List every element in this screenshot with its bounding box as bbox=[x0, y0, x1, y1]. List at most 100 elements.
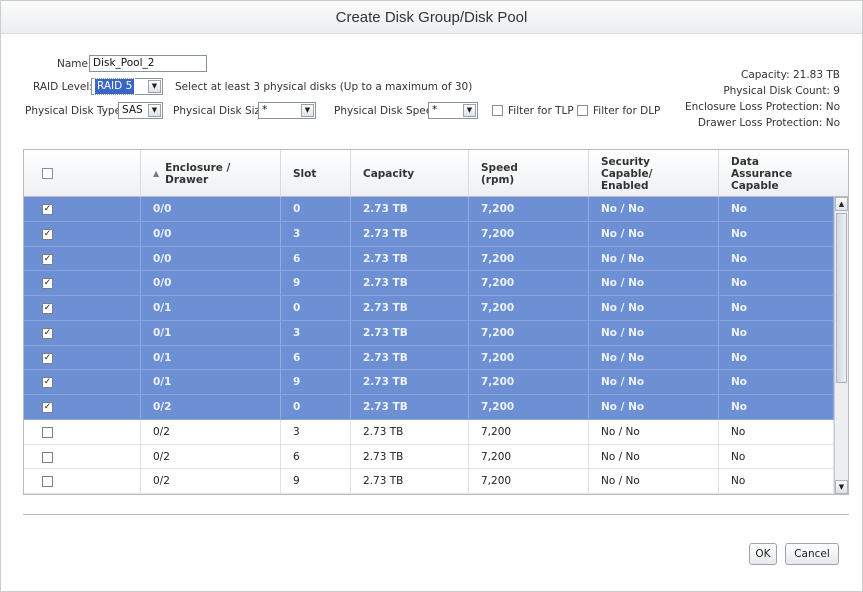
cell-speed: 7,200 bbox=[469, 320, 589, 345]
cell-security: No / No bbox=[589, 197, 719, 221]
cell-speed: 7,200 bbox=[469, 345, 589, 370]
row-checkbox[interactable]: ✓ bbox=[42, 402, 53, 413]
row-checkbox[interactable]: ✓ bbox=[42, 278, 53, 290]
cell-security: No / No bbox=[589, 370, 719, 394]
table-row[interactable]: ✓ 0/0 3 2.73 TB 7,200 No / No No bbox=[24, 221, 834, 247]
cell-enclosure: 0/1 bbox=[141, 320, 281, 345]
header-enclosure[interactable]: ▲ Enclosure / Drawer bbox=[141, 150, 281, 197]
cell-speed: 7,200 bbox=[469, 296, 589, 320]
cell-capacity: 2.73 TB bbox=[351, 345, 469, 370]
cell-enclosure: 0/0 bbox=[141, 221, 281, 246]
ok-button[interactable]: OK bbox=[749, 543, 777, 565]
row-checkbox[interactable]: ✓ bbox=[42, 303, 53, 314]
table-row[interactable]: ✓ 0/2 0 2.73 TB 7,200 No / No No bbox=[24, 395, 834, 420]
cell-security: No / No bbox=[589, 395, 719, 419]
disk-type-select[interactable]: SAS ▼ bbox=[118, 102, 163, 119]
header-data-assurance[interactable]: Data Assurance Capable bbox=[719, 150, 848, 197]
header-capacity[interactable]: Capacity bbox=[351, 150, 469, 197]
row-checkbox[interactable]: ✓ bbox=[42, 352, 53, 364]
row-checkbox[interactable] bbox=[42, 476, 53, 488]
cancel-button[interactable]: Cancel bbox=[785, 543, 839, 565]
table-row[interactable]: ✓ 0/1 6 2.73 TB 7,200 No / No No bbox=[24, 345, 834, 371]
row-checkbox[interactable]: ✓ bbox=[42, 204, 53, 215]
chevron-down-icon[interactable]: ▼ bbox=[301, 104, 314, 117]
raid-hint: Select at least 3 physical disks (Up to … bbox=[175, 81, 473, 93]
table-row[interactable]: ✓ 0/1 0 2.73 TB 7,200 No / No No bbox=[24, 296, 834, 321]
row-checkbox[interactable]: ✓ bbox=[42, 228, 53, 240]
cell-checkbox: ✓ bbox=[24, 271, 141, 295]
disk-type-label: Physical Disk Type: bbox=[25, 105, 125, 117]
header-security[interactable]: Security Capable/ Enabled bbox=[589, 150, 719, 197]
cell-data-assurance: No bbox=[719, 370, 834, 394]
cell-slot: 6 bbox=[281, 444, 351, 469]
table-scrollbar[interactable]: ▲ ▼ bbox=[834, 197, 848, 494]
row-checkbox[interactable]: ✓ bbox=[42, 327, 53, 339]
header-speed[interactable]: Speed (rpm) bbox=[469, 150, 589, 197]
cell-slot: 3 bbox=[281, 419, 351, 444]
table-row[interactable]: ✓ 0/1 3 2.73 TB 7,200 No / No No bbox=[24, 320, 834, 346]
cell-capacity: 2.73 TB bbox=[351, 370, 469, 394]
cell-data-assurance: No bbox=[719, 296, 834, 320]
cell-speed: 7,200 bbox=[469, 271, 589, 295]
cell-slot: 9 bbox=[281, 469, 351, 493]
cell-enclosure: 0/1 bbox=[141, 296, 281, 320]
cell-checkbox: ✓ bbox=[24, 246, 141, 271]
name-label: Name: bbox=[57, 58, 92, 70]
cell-capacity: 2.73 TB bbox=[351, 320, 469, 345]
table-row[interactable]: ✓ 0/0 6 2.73 TB 7,200 No / No No bbox=[24, 246, 834, 272]
cell-slot: 0 bbox=[281, 197, 351, 221]
cell-enclosure: 0/2 bbox=[141, 419, 281, 444]
table-header: ▲ Enclosure / Drawer Slot Capacity Speed… bbox=[24, 150, 848, 197]
cell-checkbox bbox=[24, 419, 141, 444]
create-disk-pool-dialog: Create Disk Group/Disk Pool Name: Disk_P… bbox=[0, 0, 863, 592]
table-body: ✓ 0/0 0 2.73 TB 7,200 No / No No ✓ 0/0 3 2.73 TB 7,… bbox=[24, 197, 834, 494]
chevron-down-icon[interactable]: ▼ bbox=[148, 104, 161, 117]
disk-size-label: Physical Disk Size: bbox=[173, 105, 271, 117]
table-row[interactable]: 0/2 9 2.73 TB 7,200 No / No No bbox=[24, 469, 834, 494]
cell-data-assurance: No bbox=[719, 395, 834, 419]
cell-data-assurance: No bbox=[719, 221, 834, 246]
row-checkbox[interactable] bbox=[42, 451, 53, 463]
table-row[interactable]: 0/2 3 2.73 TB 7,200 No / No No bbox=[24, 419, 834, 445]
row-checkbox[interactable]: ✓ bbox=[42, 253, 53, 265]
disk-type-value: SAS bbox=[122, 104, 143, 116]
cell-capacity: 2.73 TB bbox=[351, 395, 469, 419]
cell-slot: 9 bbox=[281, 271, 351, 295]
cell-security: No / No bbox=[589, 320, 719, 345]
chevron-down-icon[interactable]: ▼ bbox=[148, 80, 161, 93]
name-input[interactable]: Disk_Pool_2 bbox=[89, 55, 207, 72]
table-row[interactable]: ✓ 0/0 9 2.73 TB 7,200 No / No No bbox=[24, 271, 834, 296]
cell-security: No / No bbox=[589, 469, 719, 493]
table-row[interactable]: ✓ 0/0 0 2.73 TB 7,200 No / No No bbox=[24, 197, 834, 222]
chevron-down-icon[interactable]: ▼ bbox=[463, 104, 476, 117]
cell-slot: 6 bbox=[281, 345, 351, 370]
row-checkbox[interactable]: ✓ bbox=[42, 377, 53, 389]
scroll-thumb[interactable] bbox=[836, 213, 847, 383]
cell-enclosure: 0/2 bbox=[141, 444, 281, 469]
selection-summary: Capacity: 21.83 TB Physical Disk Count: … bbox=[685, 59, 840, 131]
cell-security: No / No bbox=[589, 345, 719, 370]
filter-dlp-checkbox[interactable] bbox=[577, 105, 588, 116]
dialog-title: Create Disk Group/Disk Pool bbox=[1, 1, 862, 34]
cell-security: No / No bbox=[589, 296, 719, 320]
raid-level-select[interactable]: RAID 5 ▼ bbox=[91, 78, 163, 95]
cell-speed: 7,200 bbox=[469, 444, 589, 469]
filter-tlp-label: Filter for TLP bbox=[508, 105, 574, 117]
sort-ascending-icon[interactable]: ▲ bbox=[153, 168, 159, 180]
header-slot[interactable]: Slot bbox=[281, 150, 351, 197]
filter-tlp-checkbox[interactable] bbox=[492, 105, 503, 116]
cell-enclosure: 0/1 bbox=[141, 345, 281, 370]
scroll-down-button[interactable]: ▼ bbox=[835, 480, 848, 494]
cell-speed: 7,200 bbox=[469, 197, 589, 221]
row-checkbox[interactable] bbox=[42, 426, 53, 438]
disk-speed-value: * bbox=[432, 104, 438, 116]
select-all-checkbox[interactable] bbox=[42, 168, 53, 179]
cell-enclosure: 0/2 bbox=[141, 395, 281, 419]
disk-size-select[interactable]: * ▼ bbox=[258, 102, 316, 119]
cell-capacity: 2.73 TB bbox=[351, 221, 469, 246]
scroll-up-button[interactable]: ▲ bbox=[835, 197, 848, 211]
disk-speed-select[interactable]: * ▼ bbox=[428, 102, 478, 119]
cell-checkbox bbox=[24, 469, 141, 493]
table-row[interactable]: 0/2 6 2.73 TB 7,200 No / No No bbox=[24, 444, 834, 470]
table-row[interactable]: ✓ 0/1 9 2.73 TB 7,200 No / No No bbox=[24, 370, 834, 395]
